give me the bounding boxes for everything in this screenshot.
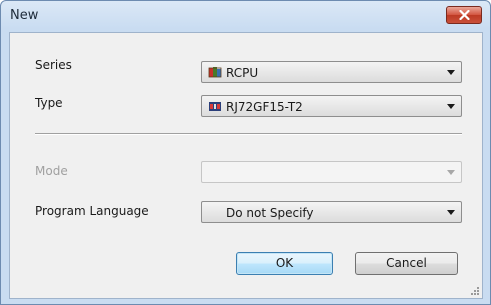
type-select[interactable]: RJ72GF15-T2 (201, 95, 462, 117)
cancel-button[interactable]: Cancel (355, 252, 458, 275)
series-value: RCPU (226, 66, 259, 80)
dialog-body: Series RCPU Type RJ72GF15-T2 Mode Progra… (9, 32, 483, 299)
program-language-select[interactable]: Do not Specify (201, 201, 462, 223)
mode-label: Mode (35, 164, 68, 178)
type-value: RJ72GF15-T2 (226, 100, 303, 114)
new-dialog: New Series RCPU Type RJ72GF15-T2 Mode Pr… (0, 0, 491, 305)
network-module-icon (209, 102, 221, 111)
ok-button[interactable]: OK (236, 252, 333, 275)
close-button[interactable] (446, 6, 482, 24)
series-label: Series (35, 58, 72, 72)
type-label: Type (35, 96, 63, 110)
mode-select[interactable] (201, 161, 462, 183)
series-select[interactable]: RCPU (201, 61, 462, 83)
separator (35, 133, 462, 135)
close-icon (459, 10, 470, 20)
title-bar[interactable]: New (1, 1, 490, 31)
chevron-down-icon (447, 70, 455, 75)
chevron-down-icon (447, 170, 455, 175)
chevron-down-icon (447, 104, 455, 109)
program-language-value: Do not Specify (226, 206, 314, 220)
resize-grip-icon[interactable] (470, 286, 480, 296)
chevron-down-icon (447, 210, 455, 215)
rcpu-module-icon (208, 67, 222, 78)
dialog-title: New (10, 8, 39, 23)
program-language-label: Program Language (35, 204, 149, 218)
